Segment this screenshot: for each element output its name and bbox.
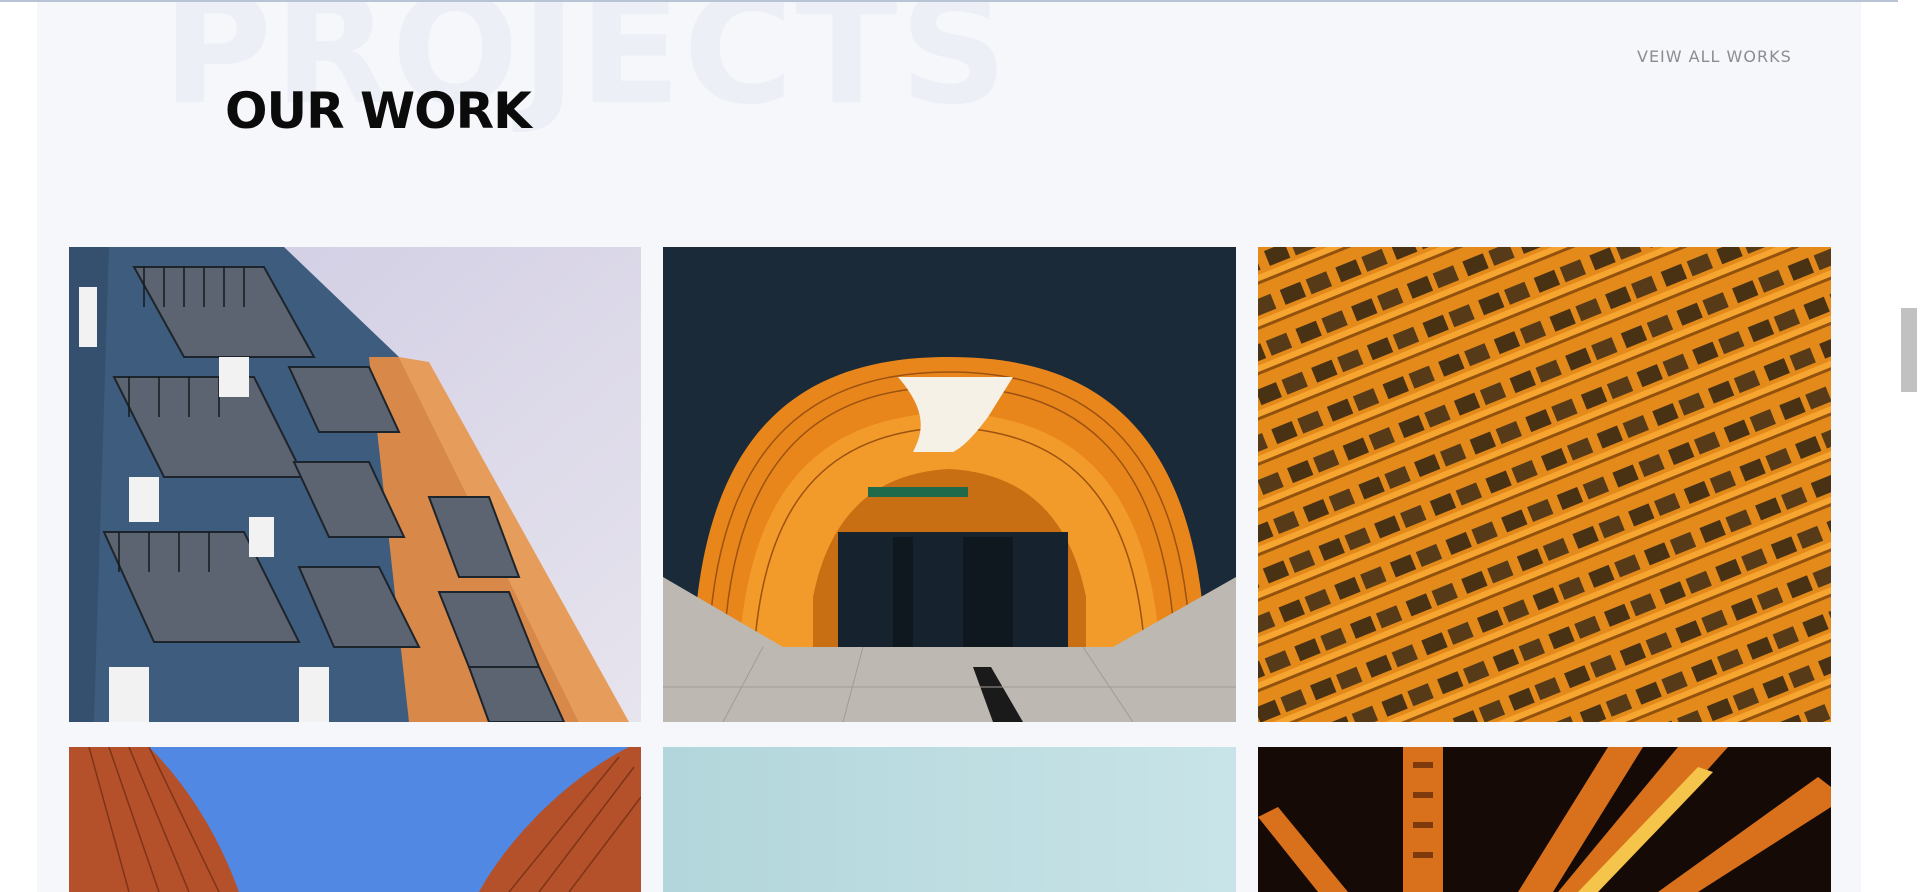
section-title: OUR WORK <box>225 82 532 140</box>
project-orange-steel-bridge[interactable] <box>1258 747 1831 892</box>
project-pale-sky[interactable] <box>663 747 1236 892</box>
curved-buildings-image <box>69 747 641 892</box>
steel-bridge-image <box>1258 747 1831 892</box>
project-curved-red-buildings[interactable] <box>69 747 641 892</box>
balconies-image <box>69 247 641 722</box>
project-orange-building-facade[interactable] <box>1258 247 1831 722</box>
pale-sky-image <box>663 747 1236 892</box>
project-balconies-blue-orange[interactable] <box>69 247 641 722</box>
scrollbar-thumb[interactable] <box>1901 308 1917 392</box>
project-orange-tunnel-station[interactable] <box>663 247 1236 722</box>
tunnel-image <box>663 247 1236 722</box>
facade-image <box>1258 247 1831 722</box>
page-scrollbar[interactable] <box>1898 0 1920 892</box>
view-all-works-link[interactable]: VEIW ALL WORKS <box>1637 47 1792 66</box>
